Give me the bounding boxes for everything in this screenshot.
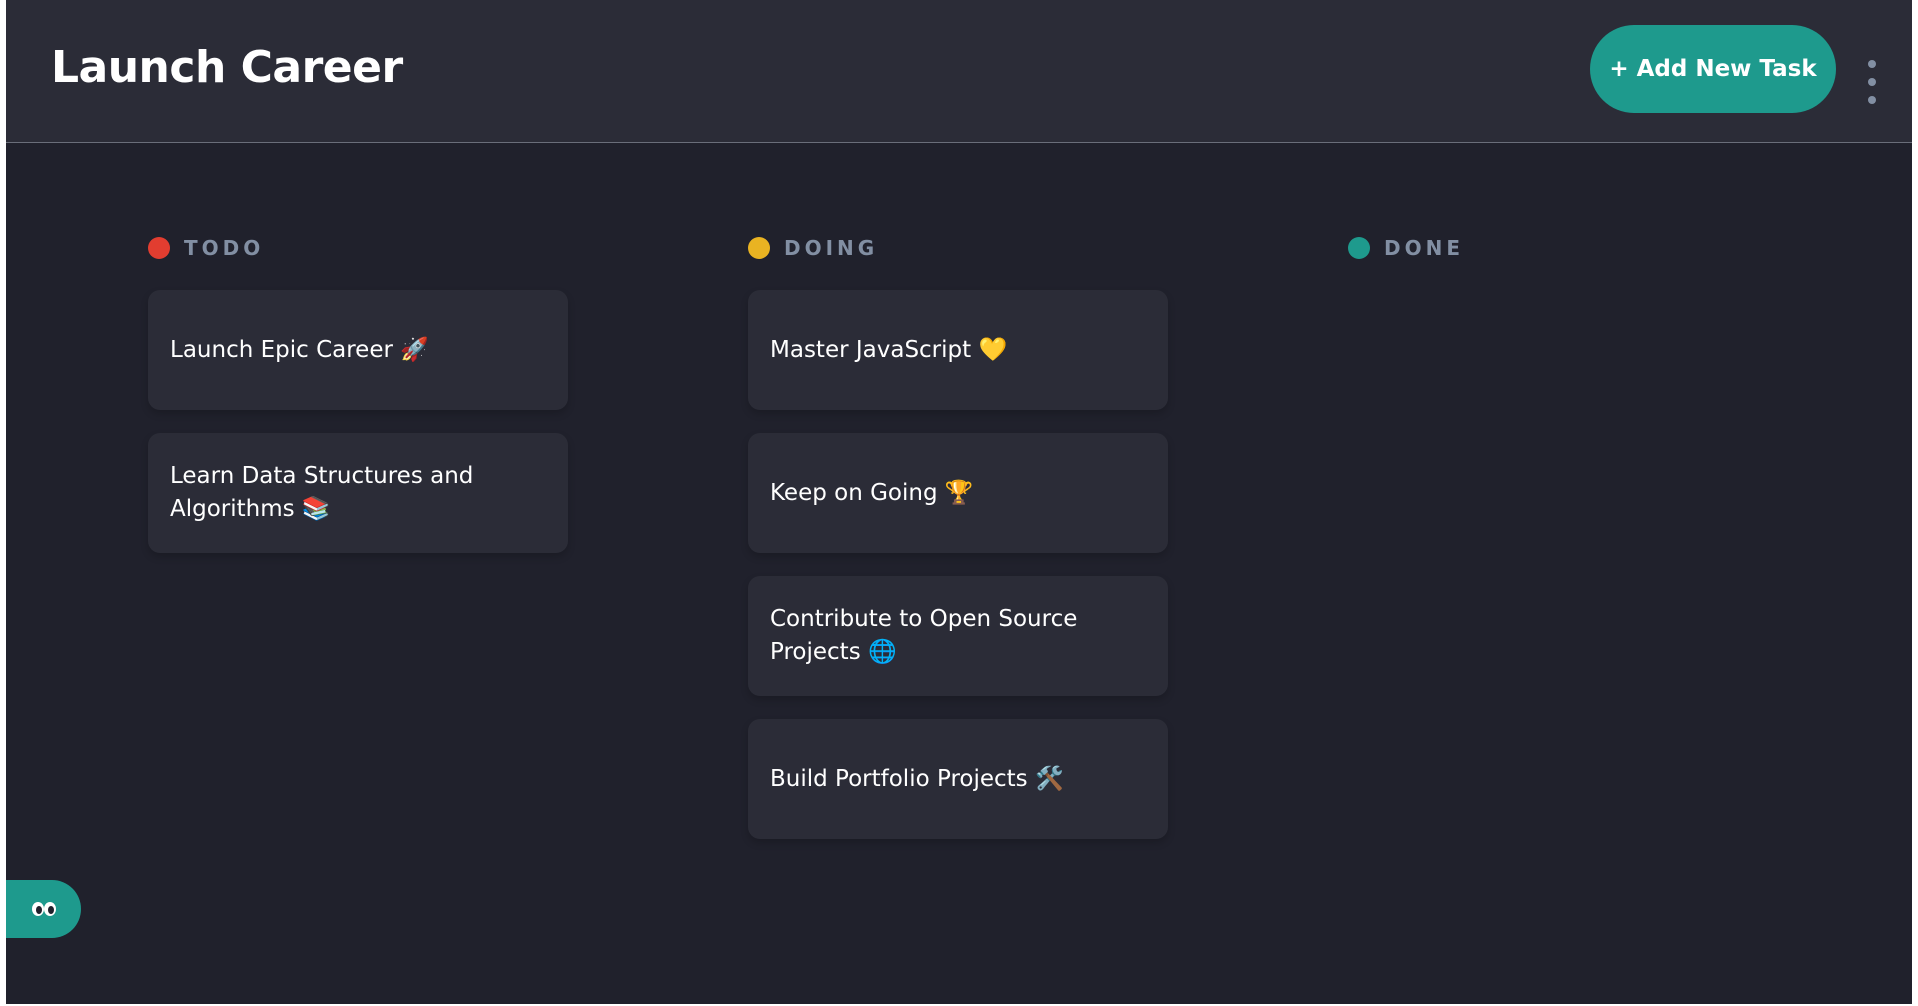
column-title: DOING <box>784 236 879 260</box>
task-title: Learn Data Structures and Algorithms 📚 <box>170 463 474 522</box>
ellipsis-dot <box>1868 96 1876 104</box>
add-new-task-button[interactable]: + Add New Task <box>1590 25 1836 113</box>
ellipsis-dot <box>1868 78 1876 86</box>
task-title: Build Portfolio Projects 🛠️ <box>770 765 1064 792</box>
vertical-ellipsis-icon[interactable] <box>1862 60 1882 104</box>
task-card[interactable]: Launch Epic Career 🚀 <box>148 290 568 410</box>
status-dot-icon <box>748 237 770 259</box>
column-title: TODO <box>184 236 265 260</box>
show-sidebar-button[interactable] <box>6 880 81 938</box>
column-done: DONE <box>1348 232 1768 290</box>
status-dot-icon <box>1348 237 1370 259</box>
task-card[interactable]: Learn Data Structures and Algorithms 📚 <box>148 433 568 553</box>
column-title: DONE <box>1384 236 1465 260</box>
column-header: TODO <box>148 232 568 264</box>
task-title: Launch Epic Career 🚀 <box>170 336 429 363</box>
board-title: Launch Career <box>51 42 403 93</box>
task-card[interactable]: Keep on Going 🏆 <box>748 433 1168 553</box>
top-header: Launch Career + Add New Task <box>6 0 1912 143</box>
task-card[interactable]: Contribute to Open Source Projects 🌐 <box>748 576 1168 696</box>
task-card[interactable]: Master JavaScript 💛 <box>748 290 1168 410</box>
task-title: Contribute to Open Source Projects 🌐 <box>770 606 1078 665</box>
ellipsis-dot <box>1868 60 1876 68</box>
task-title: Keep on Going 🏆 <box>770 479 974 506</box>
task-card[interactable]: Build Portfolio Projects 🛠️ <box>748 719 1168 839</box>
column-header: DOING <box>748 232 1168 264</box>
column-todo: TODO Launch Epic Career 🚀 Learn Data Str… <box>148 232 568 576</box>
column-doing: DOING Master JavaScript 💛 Keep on Going … <box>748 232 1168 862</box>
kanban-app: Launch Career + Add New Task TODO Launch… <box>6 0 1912 1004</box>
status-dot-icon <box>148 237 170 259</box>
task-title: Master JavaScript 💛 <box>770 336 1008 363</box>
column-header: DONE <box>1348 232 1768 264</box>
eyes-icon <box>31 902 56 916</box>
